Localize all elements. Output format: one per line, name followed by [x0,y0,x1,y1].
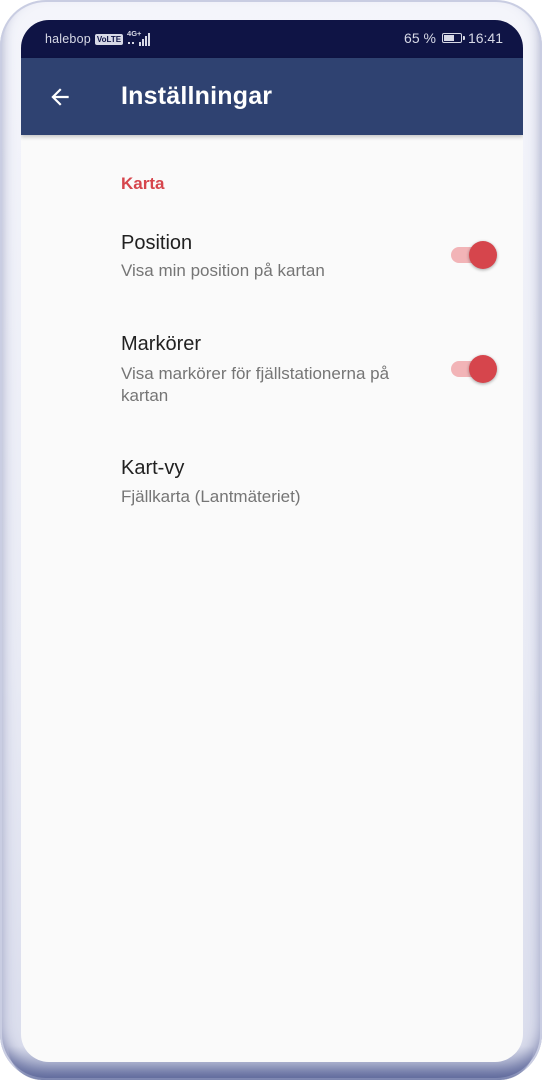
setting-title: Kart-vy [121,457,185,479]
setting-summary: Fjällkarta (Lantmäteriet) [121,487,301,506]
setting-summary: Visa min position på kartan [121,261,325,280]
battery-percent: 65 % [404,30,436,46]
carrier-name: halebop [45,32,91,46]
volte-badge: VoLTE [94,33,124,45]
toggle-thumb [469,355,497,383]
setting-title: Position [121,232,193,254]
phone-frame: halebop VoLTE 4G+ 65 % 16:41 Inställning… [0,0,542,1080]
battery-icon [441,33,465,43]
setting-markers[interactable]: Markörer Visa markörer för fjällstatione… [21,333,523,418]
signal-icon: 4G+ [127,29,153,47]
status-bar: halebop VoLTE 4G+ 65 % 16:41 [21,20,523,58]
category-title: Karta [121,174,165,193]
markers-toggle[interactable] [449,353,499,383]
setting-map-view[interactable]: Kart-vy Fjällkarta (Lantmäteriet) [21,457,523,517]
clock: 16:41 [467,30,503,46]
screen: halebop VoLTE 4G+ 65 % 16:41 Inställning… [21,20,523,1062]
setting-position[interactable]: Position Visa min position på kartan [21,232,523,302]
arrow-back-icon [51,88,69,106]
status-right: 65 % 16:41 [404,30,503,46]
status-left: halebop VoLTE 4G+ [45,29,153,47]
network-type: 4G+ [127,29,142,38]
setting-title: Markörer [121,333,202,355]
app-bar: Inställningar [21,58,523,135]
back-button[interactable] [41,78,79,116]
battery-fill [443,35,454,41]
setting-summary: Visa markörer för fjällstationerna på ka… [121,364,390,405]
toggle-thumb [469,241,497,269]
page-title: Inställningar [121,82,273,110]
position-toggle[interactable] [449,239,499,269]
